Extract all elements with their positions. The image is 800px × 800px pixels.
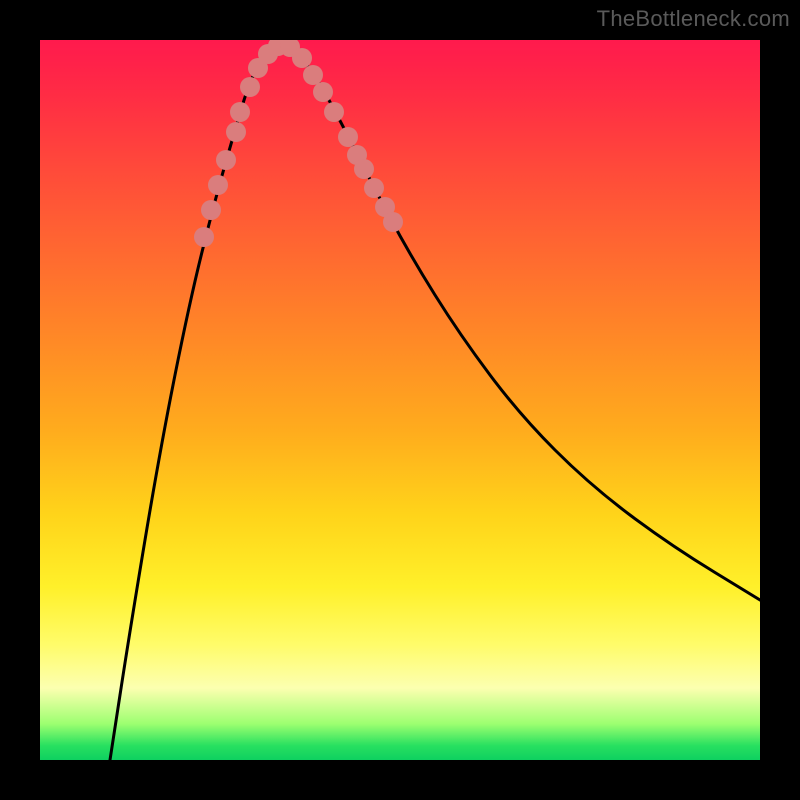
plot-area — [40, 40, 760, 760]
data-marker — [230, 102, 250, 122]
data-marker — [324, 102, 344, 122]
data-marker — [194, 227, 214, 247]
bottleneck-curve — [110, 47, 760, 760]
data-marker — [208, 175, 228, 195]
data-marker — [216, 150, 236, 170]
data-marker — [240, 77, 260, 97]
chart-frame: TheBottleneck.com — [0, 0, 800, 800]
data-marker — [292, 48, 312, 68]
data-marker — [303, 65, 323, 85]
watermark-text: TheBottleneck.com — [597, 6, 790, 32]
data-marker — [226, 122, 246, 142]
data-marker — [364, 178, 384, 198]
data-marker — [201, 200, 221, 220]
data-marker — [354, 159, 374, 179]
data-marker — [313, 82, 333, 102]
data-marker — [383, 212, 403, 232]
plot-svg — [40, 40, 760, 760]
marker-group — [194, 40, 403, 247]
data-marker — [338, 127, 358, 147]
